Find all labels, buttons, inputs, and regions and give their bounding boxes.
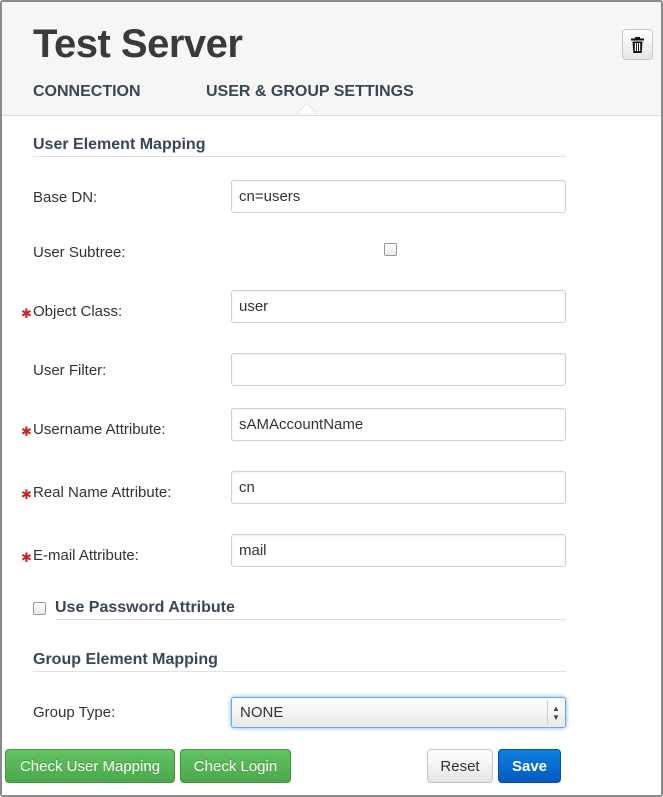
group-type-select[interactable]: NONE ▲ ▼ — [231, 697, 566, 728]
object-class-label: Object Class: — [33, 303, 123, 320]
group-type-label: Group Type: — [33, 704, 116, 721]
reset-button[interactable]: Reset — [427, 749, 493, 783]
section-divider — [33, 671, 566, 672]
base-dn-label: Base DN: — [33, 189, 98, 206]
email-attribute-input[interactable] — [231, 534, 566, 567]
section-divider — [55, 619, 566, 620]
tab-connection[interactable]: CONNECTION — [33, 83, 141, 101]
check-login-button[interactable]: Check Login — [180, 749, 291, 783]
real-name-attribute-label: Real Name Attribute: — [33, 484, 172, 501]
group-mapping-title: Group Element Mapping — [33, 651, 218, 668]
group-type-value: NONE — [240, 704, 284, 721]
real-name-attribute-input[interactable] — [231, 471, 566, 504]
settings-form: User Element Mapping Base DN: User Subtr… — [2, 116, 661, 795]
section-divider — [33, 156, 566, 157]
username-attribute-label: Username Attribute: — [33, 421, 166, 438]
object-class-input[interactable] — [231, 290, 566, 323]
required-marker: ✱ — [21, 487, 32, 502]
required-marker: ✱ — [21, 424, 32, 439]
user-filter-label: User Filter: — [33, 362, 107, 379]
user-subtree-checkbox[interactable] — [384, 243, 397, 256]
check-user-mapping-button[interactable]: Check User Mapping — [5, 749, 175, 783]
panel-header: Test Server CONNECTION USER & GROUP SETT… — [2, 2, 661, 116]
username-attribute-input[interactable] — [231, 408, 566, 441]
user-subtree-label: User Subtree: — [33, 244, 126, 261]
save-button[interactable]: Save — [498, 749, 561, 783]
use-password-attribute-checkbox[interactable] — [33, 602, 46, 615]
base-dn-input[interactable] — [231, 180, 566, 213]
delete-server-button[interactable] — [622, 29, 653, 60]
use-password-attribute-label: Use Password Attribute — [55, 599, 235, 616]
trash-icon — [631, 36, 644, 53]
email-attribute-label: E-mail Attribute: — [33, 547, 139, 564]
select-arrows-icon: ▲ ▼ — [547, 700, 564, 725]
required-marker: ✱ — [21, 550, 32, 565]
required-marker: ✱ — [21, 306, 32, 321]
user-mapping-title: User Element Mapping — [33, 136, 206, 153]
tab-user-group-settings[interactable]: USER & GROUP SETTINGS — [206, 83, 414, 101]
active-tab-indicator — [298, 104, 316, 113]
user-filter-input[interactable] — [231, 353, 566, 386]
page-title: Test Server — [33, 22, 243, 66]
